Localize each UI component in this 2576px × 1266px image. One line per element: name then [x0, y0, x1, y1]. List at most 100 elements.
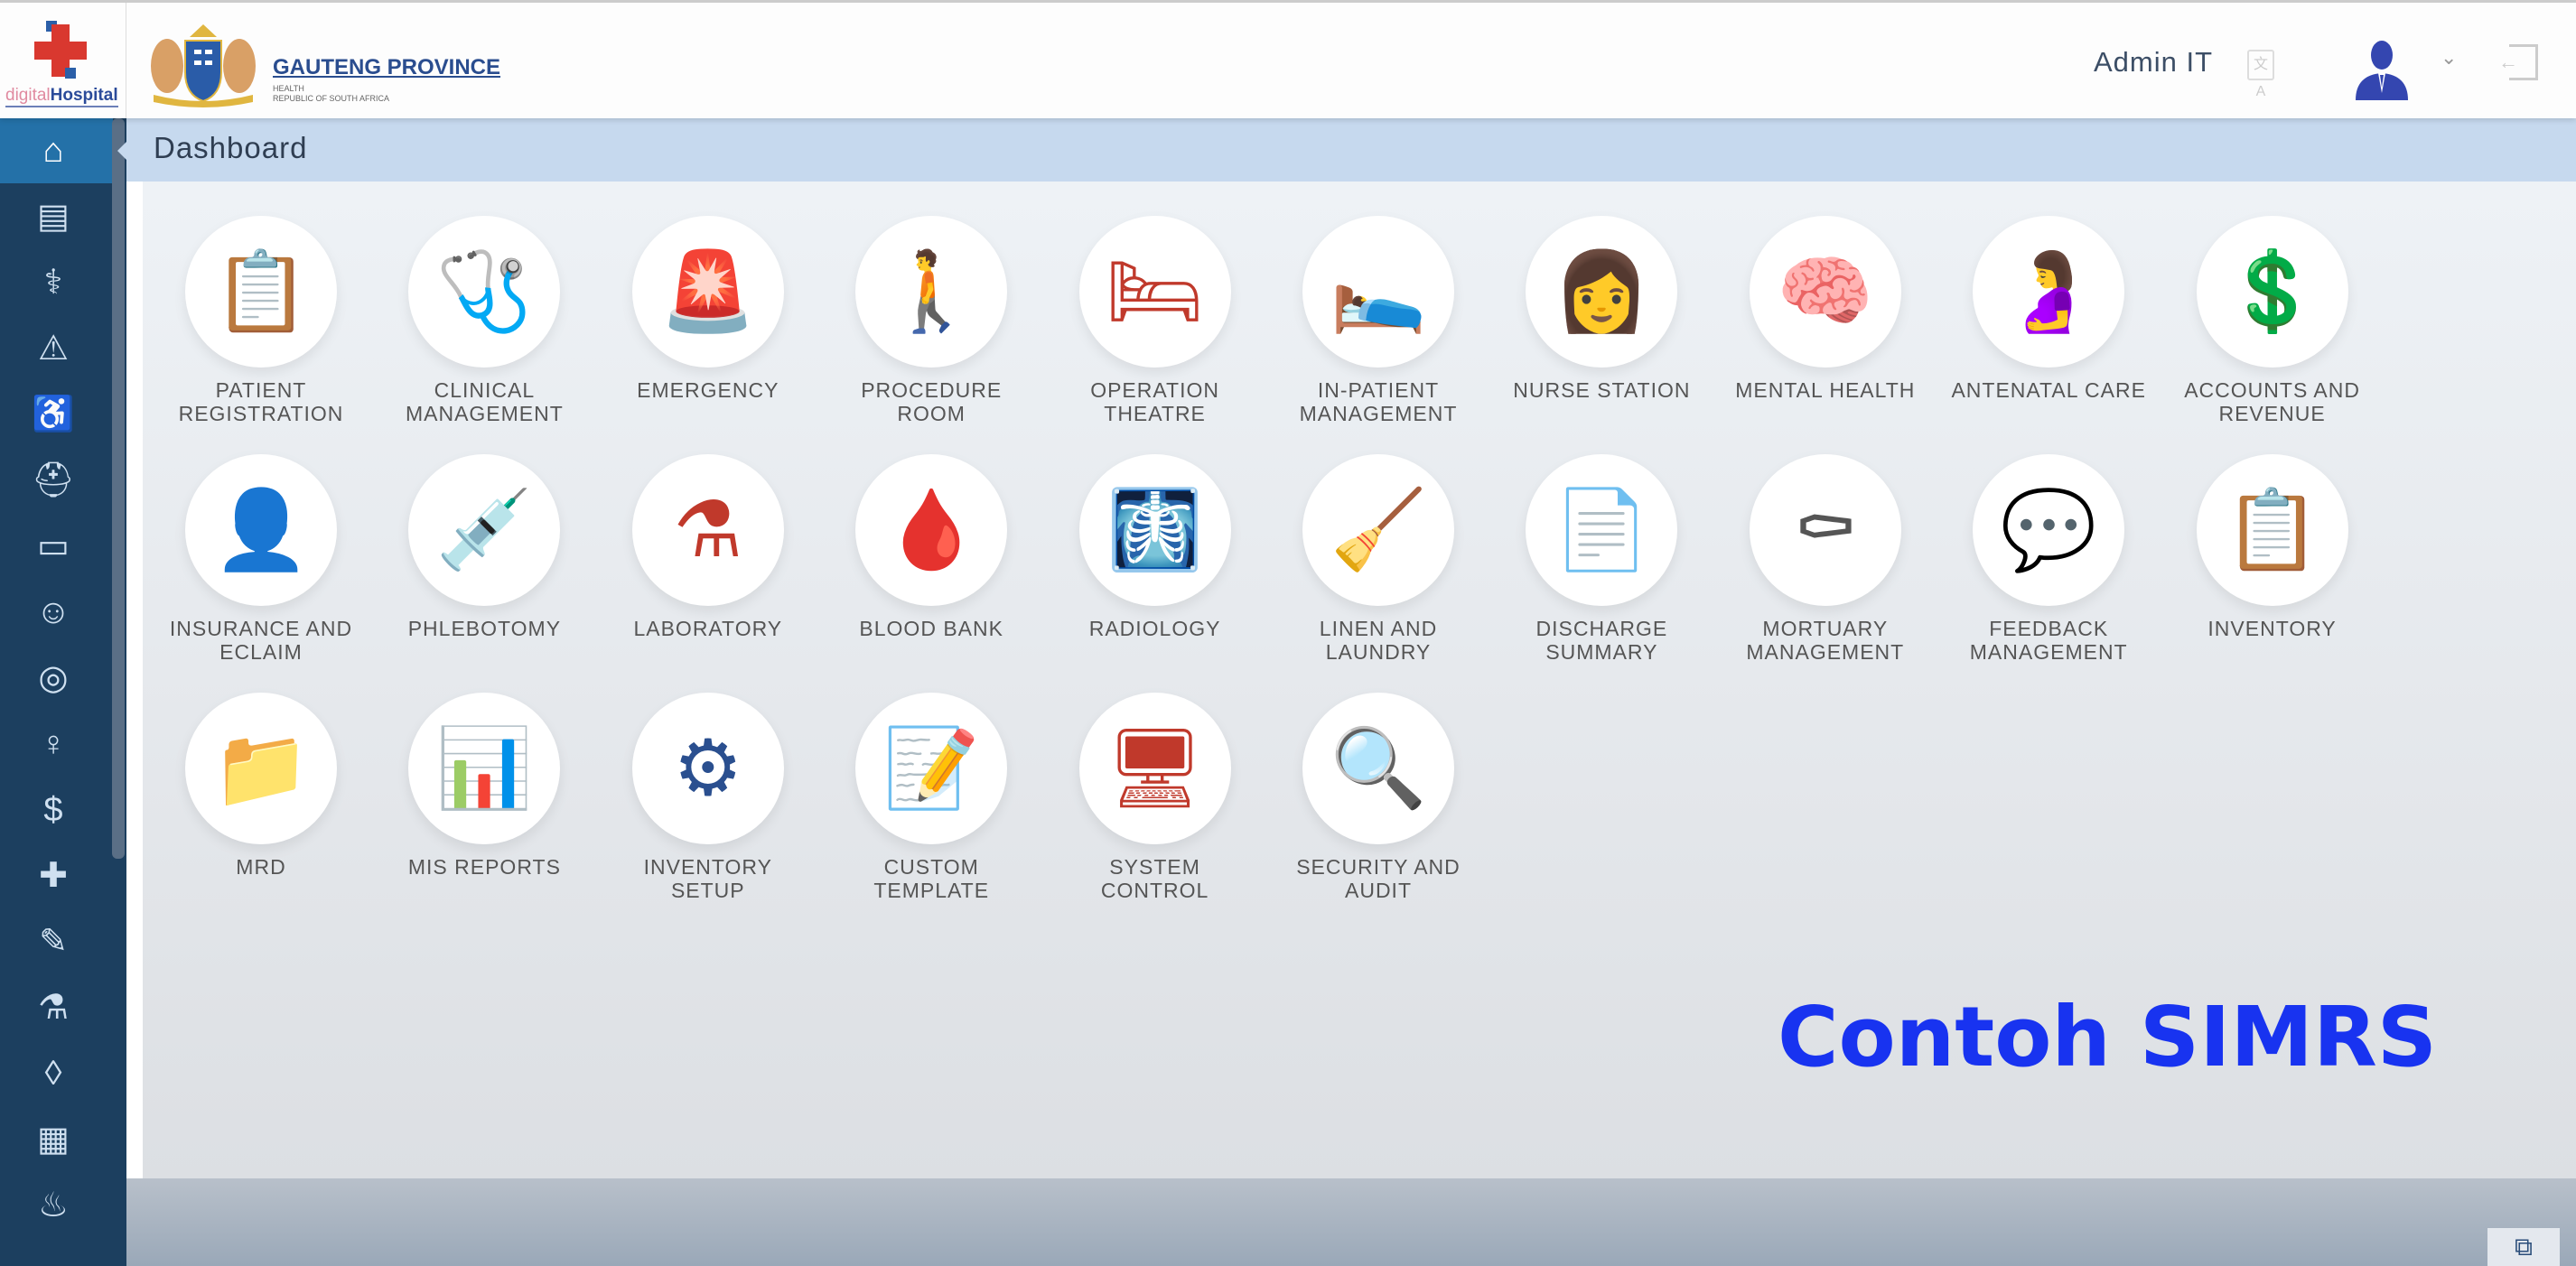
brain-icon[interactable]: 🧠: [1749, 216, 1901, 368]
module-tile[interactable]: 👤 INSURANCE AND ECLAIM: [153, 454, 369, 680]
module-label[interactable]: MRD: [153, 855, 369, 879]
operation-icon[interactable]: ⛑: [25, 458, 81, 503]
pregnant-icon[interactable]: 🤰: [1973, 216, 2125, 368]
laundry-icon[interactable]: ♨: [25, 1183, 81, 1228]
user-menu-chevron-icon[interactable]: ⌄: [2441, 46, 2457, 70]
module-tile[interactable]: ⚰ MORTUARY MANAGEMENT: [1717, 454, 1934, 680]
blood-drop-icon[interactable]: ◊: [25, 1051, 81, 1096]
module-tile[interactable]: 📄 DISCHARGE SUMMARY: [1493, 454, 1710, 680]
module-tile[interactable]: 📋 INVENTORY: [2164, 454, 2381, 680]
procedure-icon[interactable]: ♿: [25, 392, 81, 437]
module-label[interactable]: PHLEBOTOMY: [376, 617, 593, 640]
brain-icon[interactable]: ◎: [25, 656, 81, 701]
module-label[interactable]: INSURANCE AND ECLAIM: [153, 617, 369, 664]
module-label[interactable]: CUSTOM TEMPLATE: [823, 855, 1040, 902]
module-label[interactable]: BLOOD BANK: [823, 617, 1040, 640]
operation-icon[interactable]: 🛏: [1078, 216, 1231, 368]
module-tile[interactable]: 🖥 SYSTEM CONTROL: [1047, 693, 1264, 918]
module-label[interactable]: ANTENATAL CARE: [1940, 378, 2157, 402]
module-tile[interactable]: 🧹 LINEN AND LAUNDRY: [1270, 454, 1487, 680]
radiology-icon[interactable]: ▦: [25, 1117, 81, 1162]
accounts-icon[interactable]: 💲: [2196, 216, 2348, 368]
inventory-setup-icon[interactable]: ⚙: [631, 693, 784, 844]
digital-hospital-logo[interactable]: digitalHospital: [0, 3, 126, 118]
bed-icon[interactable]: ▭: [25, 524, 81, 569]
laundry-icon[interactable]: 🧹: [1302, 454, 1454, 606]
clinical-icon[interactable]: 🩺: [408, 216, 561, 368]
module-label[interactable]: INVENTORY: [2164, 617, 2381, 640]
module-label[interactable]: CLINICAL MANAGEMENT: [376, 378, 593, 425]
module-label[interactable]: LINEN AND LAUNDRY: [1270, 617, 1487, 664]
module-label[interactable]: LABORATORY: [600, 617, 817, 640]
clipboard-icon[interactable]: 📋: [185, 216, 337, 368]
module-tile[interactable]: ⚗ LABORATORY: [600, 454, 817, 680]
reports-icon[interactable]: 📊: [408, 693, 561, 844]
clinical-icon[interactable]: ⚕: [25, 260, 81, 305]
injured-person-icon[interactable]: 🚶: [855, 216, 1008, 368]
module-label[interactable]: EMERGENCY: [600, 378, 817, 402]
accounts-icon[interactable]: $: [25, 787, 81, 833]
module-tile[interactable]: 👩 NURSE STATION: [1493, 216, 1710, 442]
module-label[interactable]: DISCHARGE SUMMARY: [1493, 617, 1710, 664]
insurance-icon[interactable]: 👤: [185, 454, 337, 606]
blood-drop-icon[interactable]: 🩸: [855, 454, 1008, 606]
sidebar-scrollbar[interactable]: [112, 118, 125, 859]
logout-icon[interactable]: ←: [2498, 44, 2538, 80]
module-label[interactable]: MORTUARY MANAGEMENT: [1717, 617, 1934, 664]
module-tile[interactable]: 🛏 OPERATION THEATRE: [1047, 216, 1264, 442]
module-tile[interactable]: 🧠 MENTAL HEALTH: [1717, 216, 1934, 442]
module-label[interactable]: MENTAL HEALTH: [1717, 378, 1934, 402]
module-label[interactable]: INVENTORY SETUP: [600, 855, 817, 902]
network-icon[interactable]: ⧉: [2487, 1228, 2560, 1266]
module-tile[interactable]: 🚨 EMERGENCY: [600, 216, 817, 442]
siren-icon[interactable]: 🚨: [631, 216, 784, 368]
module-tile[interactable]: 🩺 CLINICAL MANAGEMENT: [376, 216, 593, 442]
module-label[interactable]: MIS REPORTS: [376, 855, 593, 879]
module-tile[interactable]: 🚶 PROCEDURE ROOM: [823, 216, 1040, 442]
module-label[interactable]: SYSTEM CONTROL: [1047, 855, 1264, 902]
syringe-icon[interactable]: ✎: [25, 919, 81, 964]
clipboard-icon[interactable]: ▤: [25, 194, 81, 239]
user-avatar-icon[interactable]: [2352, 37, 2412, 100]
module-tile[interactable]: 📋 PATIENT REGISTRATION: [153, 216, 369, 442]
module-tile[interactable]: 🔍 SECURITY AND AUDIT: [1270, 693, 1487, 918]
antenatal-icon[interactable]: ♀: [25, 721, 81, 767]
module-tile[interactable]: 💉 PHLEBOTOMY: [376, 454, 593, 680]
module-label[interactable]: RADIOLOGY: [1047, 617, 1264, 640]
module-tile[interactable]: ⚙ INVENTORY SETUP: [600, 693, 817, 918]
module-label[interactable]: PATIENT REGISTRATION: [153, 378, 369, 425]
discharge-icon[interactable]: 📄: [1526, 454, 1678, 606]
module-label[interactable]: FEEDBACK MANAGEMENT: [1940, 617, 2157, 664]
mortuary-icon[interactable]: ⚰: [1749, 454, 1901, 606]
template-icon[interactable]: 📝: [855, 693, 1008, 844]
module-tile[interactable]: 📁 MRD: [153, 693, 369, 918]
security-icon[interactable]: 🔍: [1302, 693, 1454, 844]
inventory-icon[interactable]: 📋: [2196, 454, 2348, 606]
module-label[interactable]: NURSE STATION: [1493, 378, 1710, 402]
flask-icon[interactable]: ⚗: [25, 985, 81, 1030]
module-tile[interactable]: 🩻 RADIOLOGY: [1047, 454, 1264, 680]
module-tile[interactable]: 💬 FEEDBACK MANAGEMENT: [1940, 454, 2157, 680]
home-icon[interactable]: ⌂: [25, 128, 81, 173]
module-tile[interactable]: 🤰 ANTENATAL CARE: [1940, 216, 2157, 442]
syringe-icon[interactable]: 💉: [408, 454, 561, 606]
module-label[interactable]: OPERATION THEATRE: [1047, 378, 1264, 425]
nurse-icon[interactable]: 👩: [1526, 216, 1678, 368]
module-tile[interactable]: 📊 MIS REPORTS: [376, 693, 593, 918]
module-label[interactable]: PROCEDURE ROOM: [823, 378, 1040, 425]
hospital-bed-icon[interactable]: 🛌: [1302, 216, 1454, 368]
module-label[interactable]: SECURITY AND AUDIT: [1270, 855, 1487, 902]
module-tile[interactable]: 🛌 IN-PATIENT MANAGEMENT: [1270, 216, 1487, 442]
nurse-icon[interactable]: ☺: [25, 590, 81, 635]
module-tile[interactable]: 💲 ACCOUNTS AND REVENUE: [2164, 216, 2381, 442]
feedback-icon[interactable]: 💬: [1973, 454, 2125, 606]
flask-icon[interactable]: ⚗: [631, 454, 784, 606]
siren-icon[interactable]: ⚠: [25, 326, 81, 371]
module-label[interactable]: IN-PATIENT MANAGEMENT: [1270, 378, 1487, 425]
translate-icon[interactable]: 文A: [2247, 50, 2274, 99]
xray-icon[interactable]: 🩻: [1078, 454, 1231, 606]
folder-icon[interactable]: 📁: [185, 693, 337, 844]
insurance-icon[interactable]: ✚: [25, 853, 81, 898]
module-tile[interactable]: 🩸 BLOOD BANK: [823, 454, 1040, 680]
module-tile[interactable]: 📝 CUSTOM TEMPLATE: [823, 693, 1040, 918]
